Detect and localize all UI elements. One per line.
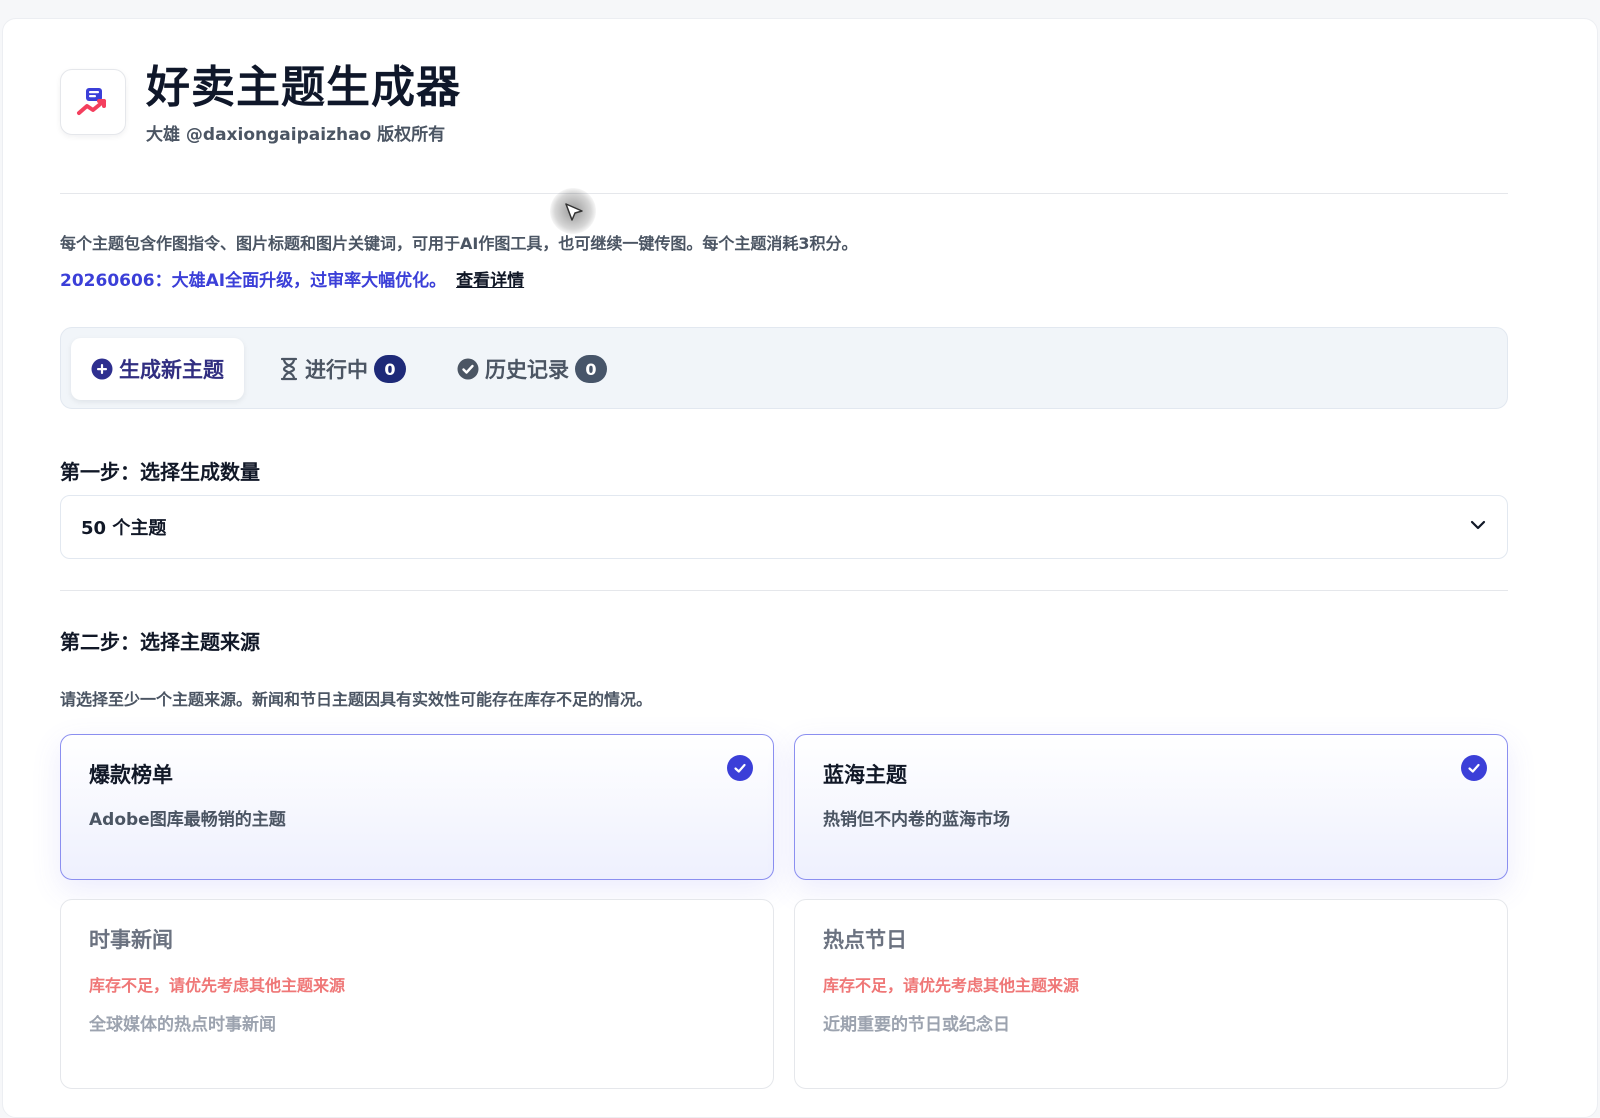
in-progress-count-badge: 0 — [374, 355, 406, 383]
source-hint: 请选择至少一个主题来源。新闻和节日主题因具有实效性可能存在库存不足的情况。 — [60, 690, 653, 709]
plus-circle-icon — [91, 358, 113, 380]
check-circle-icon — [457, 358, 479, 380]
trend-chart-icon — [77, 88, 106, 115]
source-card-bestseller[interactable]: 爆款榜单 Adobe图库最畅销的主题 — [60, 734, 774, 880]
mouse-cursor — [550, 188, 596, 234]
step-divider — [60, 590, 1508, 591]
source-warning: 库存不足，请优先考虑其他主题来源 — [823, 976, 1080, 995]
tab-in-progress-label: 进行中 — [305, 358, 368, 382]
tab-in-progress[interactable]: 进行中 0 — [279, 338, 406, 400]
source-description: 热销但不内卷的蓝海市场 — [823, 810, 1010, 830]
hourglass-icon — [279, 357, 299, 381]
source-title: 蓝海主题 — [823, 763, 907, 787]
tab-bar: 生成新主题 进行中 0 历史记录 0 — [60, 327, 1508, 409]
source-card-news[interactable]: 时事新闻 库存不足，请优先考虑其他主题来源 全球媒体的热点时事新闻 — [60, 899, 774, 1089]
chevron-down-icon — [1469, 516, 1487, 539]
source-warning: 库存不足，请优先考虑其他主题来源 — [89, 976, 346, 995]
history-count-badge: 0 — [575, 355, 607, 383]
app-copyright: 大雄 @daxiongaipaizhao 版权所有 — [146, 125, 446, 145]
app-logo — [60, 69, 126, 135]
source-description: 全球媒体的热点时事新闻 — [89, 1015, 276, 1035]
intro-description: 每个主题包含作图指令、图片标题和图片关键词，可用于AI作图工具，也可继续一键传图… — [60, 234, 858, 253]
header-divider — [60, 193, 1508, 194]
check-icon — [727, 755, 753, 781]
source-card-holidays[interactable]: 热点节日 库存不足，请优先考虑其他主题来源 近期重要的节日或纪念日 — [794, 899, 1508, 1089]
source-title: 热点节日 — [823, 928, 907, 952]
app-header: 好卖主题生成器 大雄 @daxiongaipaizhao 版权所有 — [60, 62, 461, 145]
app-title: 好卖主题生成器 — [146, 62, 461, 113]
view-details-link[interactable]: 查看详情 — [456, 271, 524, 291]
source-description: 近期重要的节日或纪念日 — [823, 1015, 1010, 1035]
update-notice: 20260606：大雄AI全面升级，过审率大幅优化。 查看详情 — [60, 266, 524, 291]
tab-history[interactable]: 历史记录 0 — [457, 338, 607, 400]
source-description: Adobe图库最畅销的主题 — [89, 810, 286, 830]
source-title: 时事新闻 — [89, 928, 173, 952]
tab-history-label: 历史记录 — [485, 358, 569, 382]
quantity-select[interactable]: 50 个主题 — [60, 495, 1508, 559]
check-icon — [1461, 755, 1487, 781]
tab-generate-new-label: 生成新主题 — [119, 358, 224, 382]
step2-label: 第二步：选择主题来源 — [60, 630, 260, 654]
step1-label: 第一步：选择生成数量 — [60, 460, 260, 484]
update-notice-text: 20260606：大雄AI全面升级，过审率大幅优化。 — [60, 271, 447, 291]
cursor-arrow-icon — [565, 203, 583, 221]
quantity-select-value: 50 个主题 — [81, 518, 167, 539]
tab-generate-new[interactable]: 生成新主题 — [71, 338, 244, 400]
source-card-blue-ocean[interactable]: 蓝海主题 热销但不内卷的蓝海市场 — [794, 734, 1508, 880]
source-title: 爆款榜单 — [89, 763, 173, 787]
